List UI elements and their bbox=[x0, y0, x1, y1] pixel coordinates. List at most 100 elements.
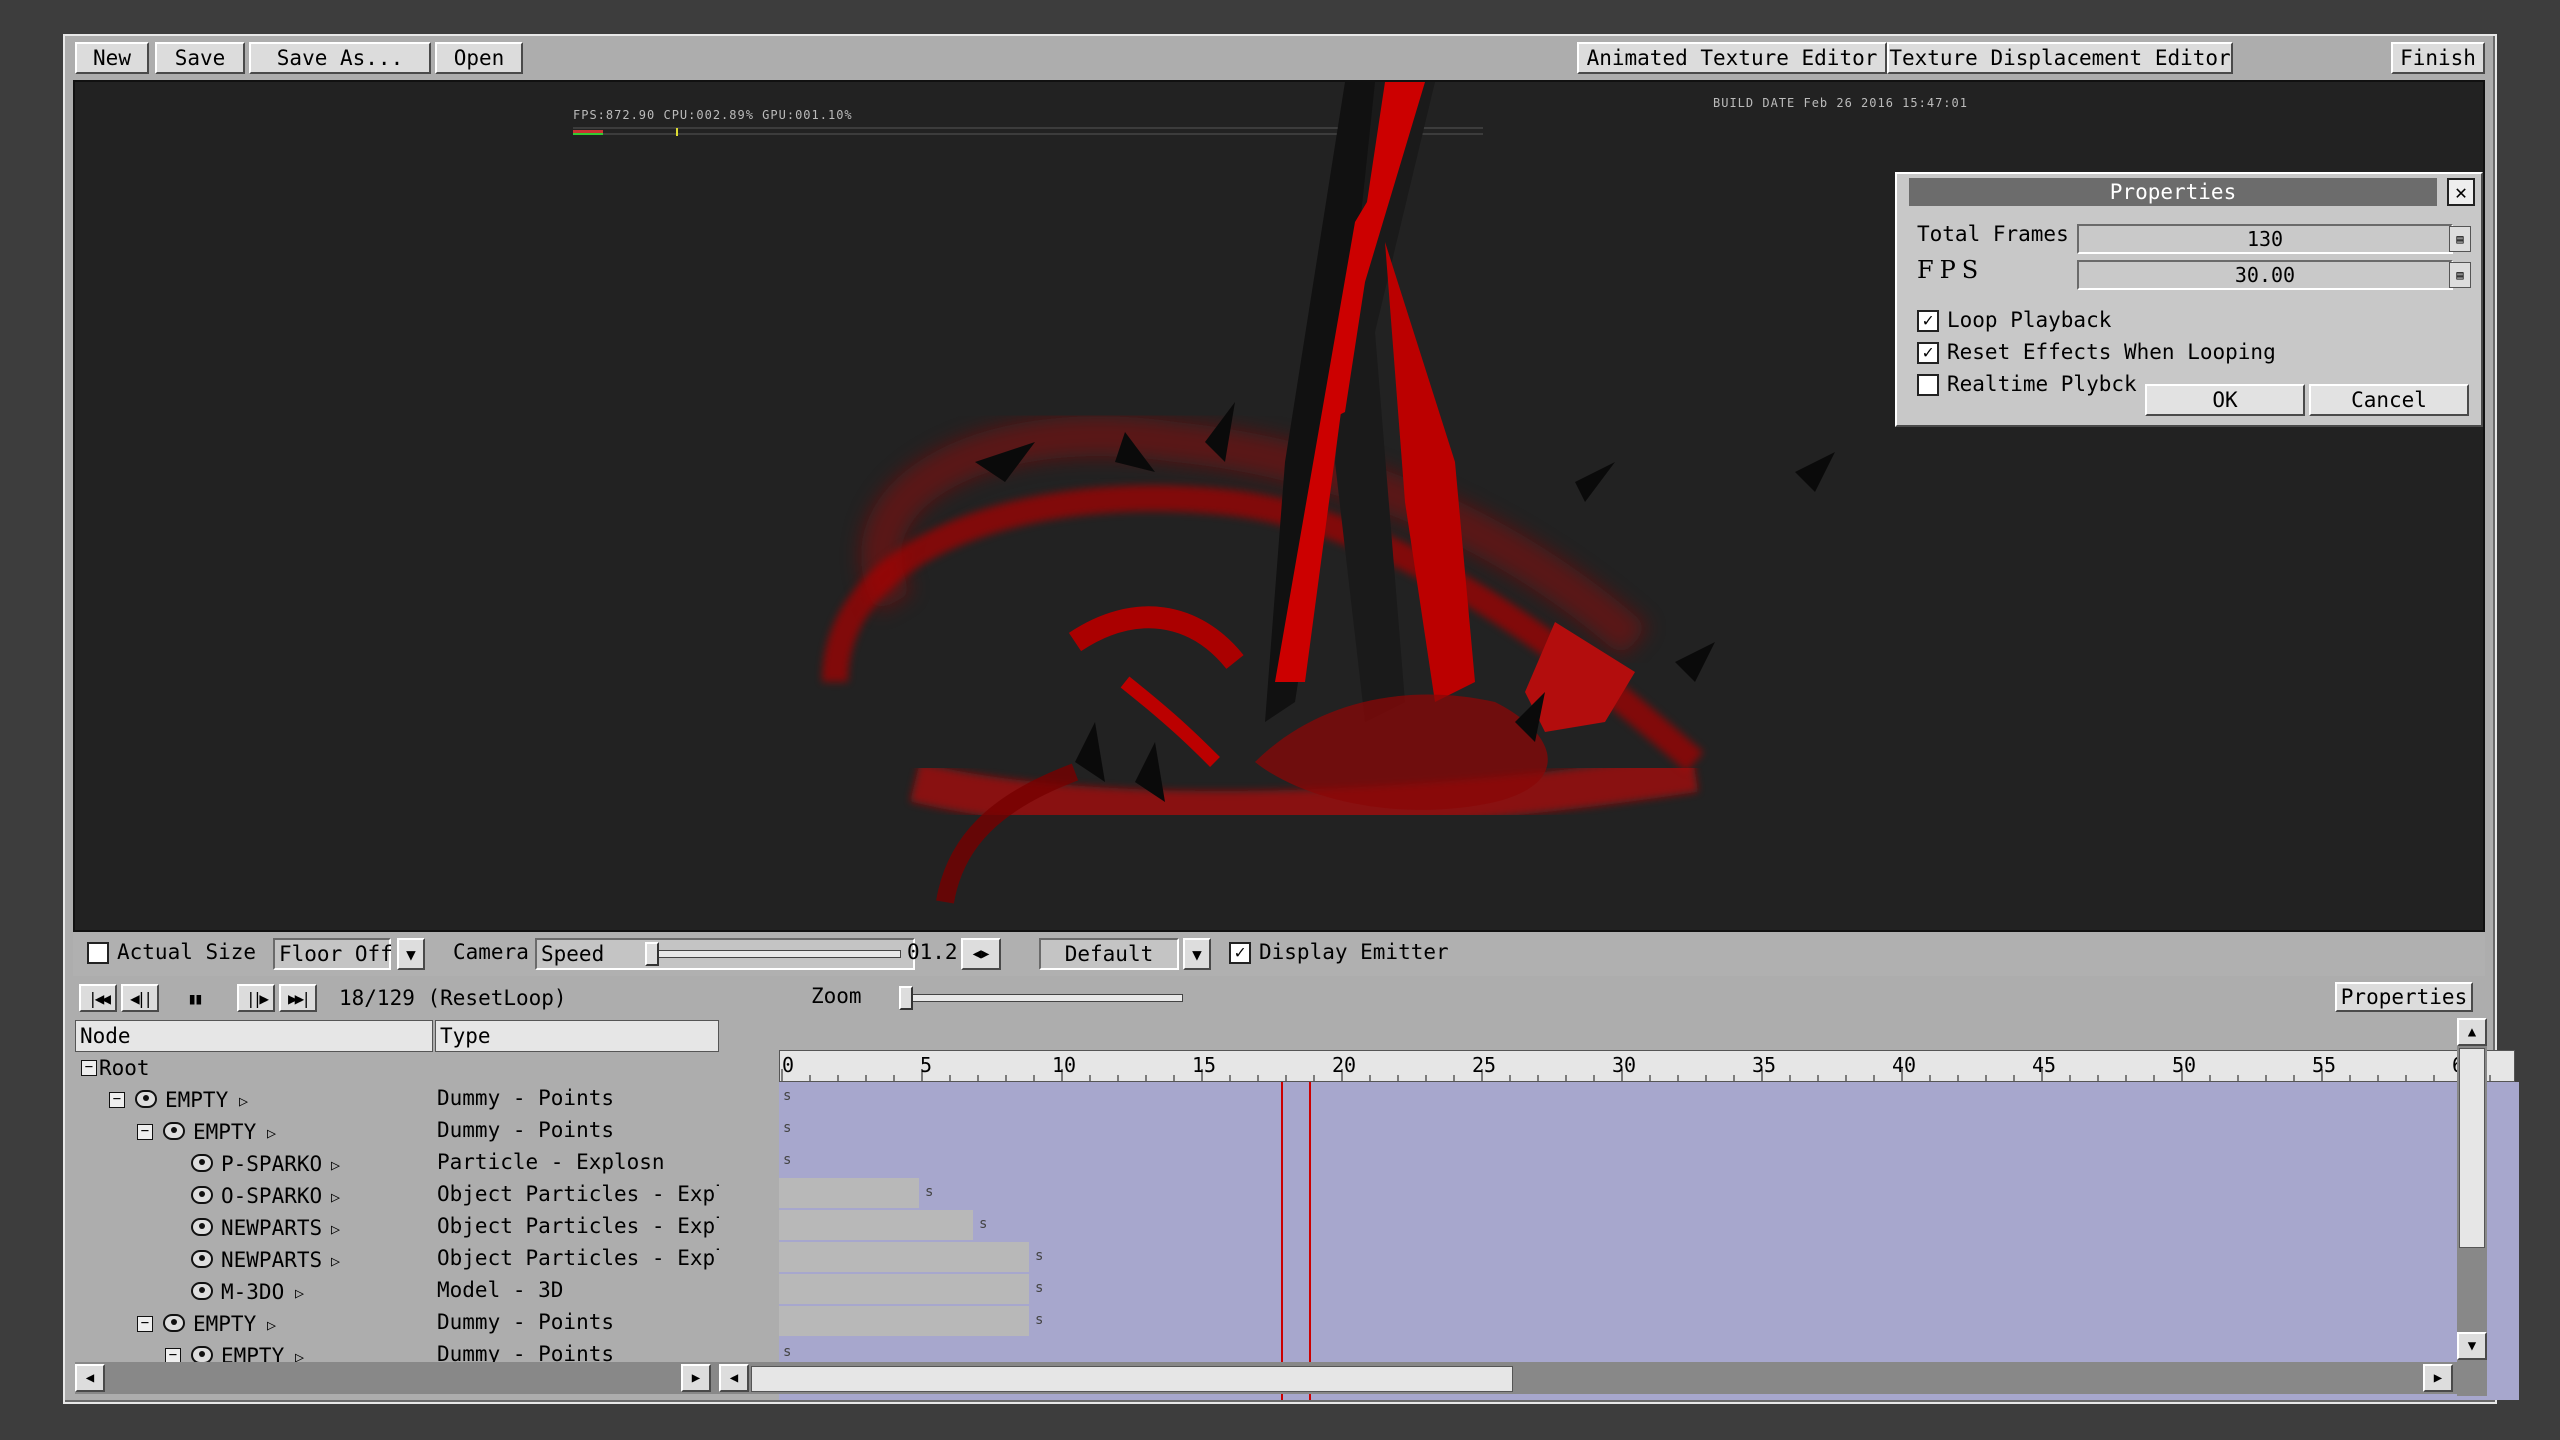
new-button[interactable]: New bbox=[75, 42, 149, 74]
step-forward-icon[interactable]: ||▶ bbox=[237, 984, 275, 1012]
type-column-header[interactable]: Type bbox=[435, 1020, 719, 1052]
eye-icon[interactable] bbox=[191, 1282, 213, 1300]
chevron-down-icon[interactable]: ▼ bbox=[397, 938, 425, 970]
tree-row[interactable]: − EMPTY ▷ Dummy - Points bbox=[75, 1084, 719, 1116]
eye-icon[interactable] bbox=[163, 1122, 185, 1140]
collapse-icon[interactable]: − bbox=[109, 1092, 125, 1108]
tree-horizontal-scrollbar[interactable] bbox=[75, 1362, 721, 1394]
scroll-up-icon[interactable]: ▲ bbox=[2457, 1018, 2487, 1046]
collapse-icon[interactable]: − bbox=[137, 1124, 153, 1140]
tree-row[interactable]: O-SPARKO ▷ Object Particles - Expl bbox=[75, 1180, 719, 1212]
eye-icon[interactable] bbox=[191, 1154, 213, 1172]
playhead-start[interactable] bbox=[1281, 1082, 1283, 1400]
texture-displacement-editor-button[interactable]: Texture Displacement Editor bbox=[1887, 42, 2233, 74]
tree-row[interactable]: M-3DO ▷ Model - 3D bbox=[75, 1276, 719, 1308]
keyframe-marker[interactable]: s bbox=[925, 1184, 933, 1200]
speed-slider-track[interactable] bbox=[645, 950, 901, 958]
expand-arrow-icon[interactable]: ▷ bbox=[267, 1124, 276, 1142]
keyframe-marker[interactable]: s bbox=[783, 1344, 791, 1360]
save-as-button[interactable]: Save As... bbox=[249, 42, 431, 74]
zoom-slider-thumb[interactable] bbox=[899, 986, 913, 1010]
save-button[interactable]: Save bbox=[155, 42, 245, 74]
scroll-left-icon[interactable]: ◀ bbox=[719, 1364, 749, 1392]
vertical-scroll-thumb[interactable] bbox=[2459, 1048, 2485, 1248]
tree-row[interactable]: NEWPARTS ▷ Object Particles - Expl bbox=[75, 1212, 719, 1244]
track-bar[interactable] bbox=[779, 1210, 973, 1240]
tree-row[interactable]: NEWPARTS ▷ Object Particles - Expl bbox=[75, 1244, 719, 1276]
reset-effects-checkbox[interactable]: ✓ bbox=[1917, 342, 1939, 364]
eye-icon[interactable] bbox=[191, 1186, 213, 1204]
ruler-tick-label: 50 bbox=[2172, 1053, 2197, 1077]
skip-to-start-icon[interactable]: |◀◀ bbox=[79, 984, 117, 1012]
ruler-tick-label: 5 bbox=[920, 1053, 933, 1077]
camera-preset-dropdown[interactable]: Default bbox=[1039, 938, 1179, 970]
keyframe-marker[interactable]: s bbox=[1035, 1312, 1043, 1328]
collapse-icon[interactable]: − bbox=[81, 1060, 97, 1076]
eye-icon[interactable] bbox=[191, 1250, 213, 1268]
tree-row[interactable]: P-SPARKO ▷ Particle - Explosn bbox=[75, 1148, 719, 1180]
eye-icon[interactable] bbox=[163, 1314, 185, 1332]
realtime-playback-checkbox[interactable] bbox=[1917, 374, 1939, 396]
scroll-down-icon[interactable]: ▼ bbox=[2457, 1332, 2487, 1360]
eye-icon[interactable] bbox=[191, 1218, 213, 1236]
keyframe-marker[interactable]: s bbox=[783, 1152, 791, 1168]
playhead-end[interactable] bbox=[1309, 1082, 1311, 1400]
expand-arrow-icon[interactable]: ▷ bbox=[331, 1220, 340, 1238]
expand-arrow-icon[interactable]: ▷ bbox=[239, 1092, 248, 1110]
collapse-icon[interactable]: − bbox=[137, 1316, 153, 1332]
tree-row[interactable]: − EMPTY ▷ Dummy - Points bbox=[75, 1116, 719, 1148]
loop-playback-checkbox[interactable]: ✓ bbox=[1917, 310, 1939, 332]
track-bar[interactable] bbox=[779, 1178, 919, 1208]
effect-editor-window: New Save Save As... Open Animated Textur… bbox=[63, 34, 2519, 1404]
fps-field[interactable]: 30.00 bbox=[2077, 260, 2453, 290]
keyframe-marker[interactable]: s bbox=[783, 1120, 791, 1136]
keyframe-marker[interactable]: s bbox=[1035, 1280, 1043, 1296]
timeline-properties-button[interactable]: Properties bbox=[2335, 982, 2473, 1012]
eye-icon[interactable] bbox=[135, 1090, 157, 1108]
keyframe-marker[interactable]: s bbox=[979, 1216, 987, 1232]
horizontal-scroll-thumb[interactable] bbox=[751, 1366, 1513, 1392]
animated-texture-editor-button[interactable]: Animated Texture Editor bbox=[1577, 42, 1887, 74]
node-type: Dummy - Points bbox=[437, 1310, 615, 1334]
open-button[interactable]: Open bbox=[435, 42, 523, 74]
track-bar[interactable] bbox=[779, 1274, 1029, 1304]
tree-row-root[interactable]: − Root bbox=[75, 1052, 719, 1084]
tree-row[interactable]: − EMPTY ▷ Dummy - Points bbox=[75, 1308, 719, 1340]
cancel-button[interactable]: Cancel bbox=[2309, 384, 2469, 416]
expand-arrow-icon[interactable]: ▷ bbox=[331, 1156, 340, 1174]
speed-stepper-icon[interactable]: ◀▶ bbox=[961, 938, 1001, 970]
node-column-header[interactable]: Node bbox=[75, 1020, 433, 1052]
expand-arrow-icon[interactable]: ▷ bbox=[331, 1188, 340, 1206]
expand-arrow-icon[interactable]: ▷ bbox=[331, 1252, 340, 1270]
keyframe-marker[interactable]: s bbox=[783, 1088, 791, 1104]
speed-slider-thumb[interactable] bbox=[645, 942, 659, 966]
floor-dropdown[interactable]: Floor Off bbox=[273, 938, 393, 970]
expand-arrow-icon[interactable]: ▷ bbox=[295, 1284, 304, 1302]
ok-button[interactable]: OK bbox=[2145, 384, 2305, 416]
actual-size-checkbox[interactable] bbox=[87, 942, 109, 964]
track-bar[interactable] bbox=[779, 1242, 1029, 1272]
ruler-tick-label: 55 bbox=[2312, 1053, 2337, 1077]
close-icon[interactable]: ✕ bbox=[2447, 178, 2475, 206]
track-bar[interactable] bbox=[779, 1306, 1029, 1336]
timeline-ruler[interactable]: 0 5 10 15 20 25 30 35 40 45 50 55 60 bbox=[779, 1050, 2515, 1082]
fps-spinner[interactable]: ▤ bbox=[2449, 262, 2471, 288]
step-back-icon[interactable]: ◀|| bbox=[121, 984, 159, 1012]
keyframe-marker[interactable]: s bbox=[1035, 1248, 1043, 1264]
zoom-slider-track[interactable] bbox=[899, 994, 1183, 1002]
scroll-right-icon[interactable]: ▶ bbox=[681, 1364, 711, 1392]
expand-arrow-icon[interactable]: ▷ bbox=[267, 1316, 276, 1334]
scroll-right-icon[interactable]: ▶ bbox=[2423, 1364, 2453, 1392]
viewport-controls: Actual Size Floor Off ▼ Camera Speed 01.… bbox=[73, 932, 2485, 976]
loop-playback-label: Loop Playback bbox=[1947, 308, 2112, 332]
display-emitter-checkbox[interactable]: ✓ bbox=[1229, 942, 1251, 964]
finish-button[interactable]: Finish bbox=[2391, 42, 2485, 74]
chevron-down-icon[interactable]: ▼ bbox=[1183, 938, 1211, 970]
fps-label: FPS bbox=[1917, 256, 1985, 284]
skip-to-end-icon[interactable]: ▶▶| bbox=[279, 984, 317, 1012]
timeline-tracks[interactable]: s s s s s s s s s s bbox=[779, 1082, 2519, 1400]
total-frames-field[interactable]: 130 bbox=[2077, 224, 2453, 254]
pause-icon[interactable]: ▮▮ bbox=[175, 984, 213, 1012]
scroll-left-icon[interactable]: ◀ bbox=[75, 1364, 105, 1392]
total-frames-spinner[interactable]: ▤ bbox=[2449, 226, 2471, 252]
